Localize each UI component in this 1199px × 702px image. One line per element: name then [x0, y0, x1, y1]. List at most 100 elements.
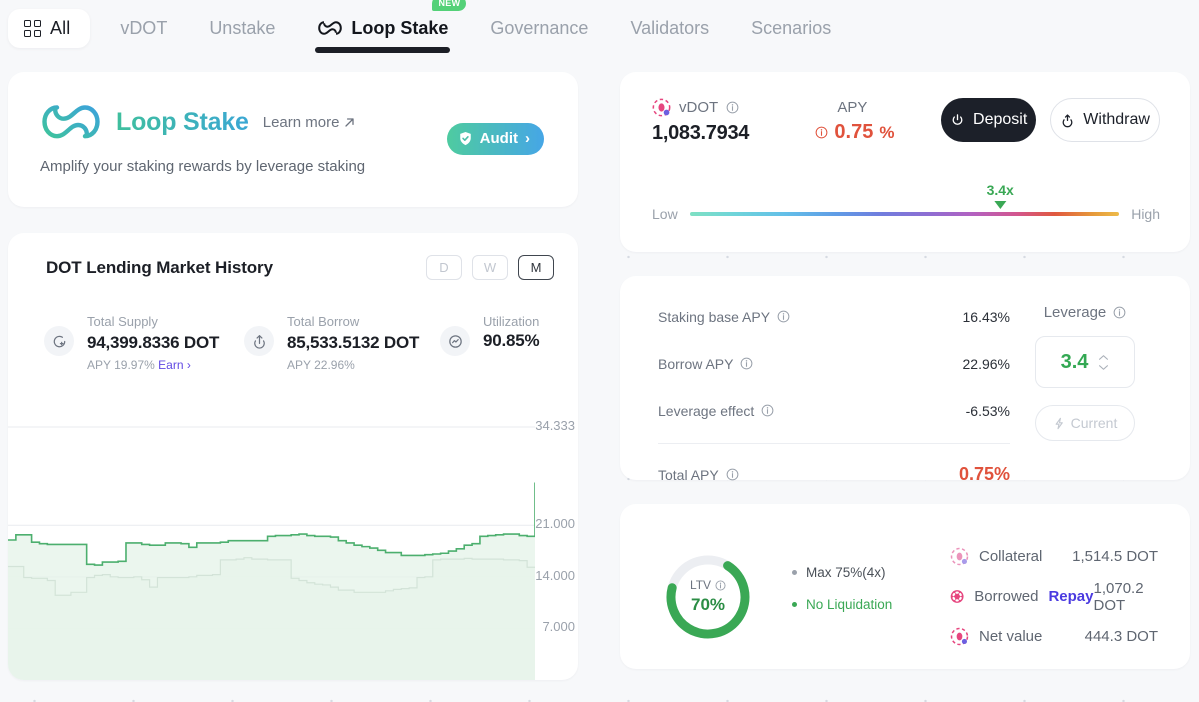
promo-subtitle: Amplify your staking rewards by leverage…: [40, 158, 366, 175]
audit-button[interactable]: Audit ›: [446, 123, 544, 155]
ltv-bullet-max-label: Max 75%(4x): [806, 564, 886, 580]
learn-more-link[interactable]: Learn more: [263, 114, 356, 131]
row-leverage-effect-key: Leverage effect: [658, 403, 774, 419]
stat-total-supply-apy: APY 19.97%: [87, 358, 155, 372]
asset-row: vDOT: [652, 98, 815, 117]
info-icon[interactable]: [726, 101, 739, 114]
ltv-bullet-max: Max 75%(4x): [792, 565, 950, 580]
withdraw-button[interactable]: Withdraw: [1050, 98, 1160, 142]
info-icon[interactable]: [715, 579, 726, 591]
withdraw-label: Withdraw: [1083, 111, 1150, 128]
slider-low-label: Low: [652, 206, 678, 222]
row-net-value: Net value 444.3 DOT: [950, 622, 1158, 652]
ltv-label-row: LTV: [690, 578, 726, 592]
market-history-chart[interactable]: [8, 405, 535, 680]
loop-stake-promo-card: Loop Stake Learn more Amplify your staki…: [8, 72, 578, 207]
vdot-icon: [950, 627, 969, 646]
info-icon[interactable]: [777, 310, 790, 323]
row-borrow-apy-value: 22.96%: [962, 355, 1010, 372]
audit-label: Audit: [479, 130, 518, 147]
position-apy: APY 0.75 %: [815, 98, 941, 144]
stat-total-supply-value: 94,399.8336 DOT: [87, 333, 220, 352]
tab-unstake[interactable]: Unstake: [207, 12, 277, 45]
chevron-down-icon[interactable]: [1098, 364, 1109, 371]
deposit-power-icon: [952, 113, 963, 125]
left-column: Loop Stake Learn more Amplify your staki…: [8, 72, 578, 680]
stat-total-supply: Total Supply 94,399.8336 DOT APY 19.97% …: [44, 314, 244, 372]
range-day-button[interactable]: D: [426, 255, 462, 280]
tab-loop-stake[interactable]: Loop Stake NEW: [315, 0, 467, 53]
supply-icon: [44, 326, 74, 356]
position-apy-value: 0.75: [834, 121, 874, 143]
repay-link[interactable]: Repay: [1048, 588, 1093, 605]
audit-chevron-icon: ›: [525, 130, 530, 147]
shield-check-icon: [459, 131, 471, 146]
row-collateral-label: Collateral: [979, 548, 1043, 565]
row-staking-base-apy-label: Staking base APY: [658, 308, 771, 325]
leverage-spinner[interactable]: [1098, 354, 1109, 371]
stat-total-supply-sub: APY 19.97% Earn ›: [87, 358, 219, 372]
ltv-bullet-liquidation-label: No Liquidation: [806, 596, 893, 612]
withdraw-upload-icon: [1062, 113, 1073, 127]
position-card: vDOT 1,083.7934 APY 0.75 % Deposit Withd…: [620, 72, 1190, 252]
loop-stake-logo-icon: [42, 105, 100, 139]
page-body: Loop Stake Learn more Amplify your staki…: [0, 56, 1199, 680]
chart-y-tick: 7.000: [542, 619, 575, 635]
ltv-amounts: Collateral 1,514.5 DOT Borrowed Repay 1,…: [950, 542, 1158, 652]
stat-total-borrow-value: 85,533.5132 DOT: [287, 333, 420, 352]
range-week-button[interactable]: W: [472, 255, 508, 280]
row-borrow-apy-key: Borrow APY: [658, 356, 753, 372]
tab-validators[interactable]: Validators: [628, 12, 711, 45]
leverage-control: Leverage 3.4 Current: [1010, 302, 1160, 480]
chart-y-tick: 21.000: [535, 516, 575, 532]
range-month-button[interactable]: M: [518, 255, 554, 280]
deposit-button[interactable]: Deposit: [941, 98, 1037, 142]
info-icon[interactable]: [740, 357, 753, 370]
current-button[interactable]: Current: [1035, 405, 1135, 441]
info-icon[interactable]: [761, 404, 774, 417]
current-label: Current: [1070, 415, 1118, 431]
tab-loop-stake-label: Loop Stake: [351, 17, 449, 38]
lightning-icon: [1055, 417, 1063, 429]
tab-vdot-label: vDOT: [120, 17, 168, 38]
all-filter-button[interactable]: All: [8, 8, 91, 48]
earn-link[interactable]: Earn ›: [158, 358, 191, 372]
chart-y-tick: 14.000: [535, 567, 575, 583]
row-net-value-value: 444.3 DOT: [1084, 628, 1158, 645]
slider-marker: 3.4x: [987, 182, 1014, 209]
stat-utilization-value: 90.85%: [483, 331, 540, 350]
tab-governance[interactable]: Governance: [488, 12, 590, 45]
tab-scenarios[interactable]: Scenarios: [749, 12, 833, 45]
leverage-stepper[interactable]: 3.4: [1035, 336, 1135, 388]
row-borrowed-label: Borrowed: [974, 588, 1039, 605]
promo-title: Loop Stake: [116, 107, 249, 136]
row-borrow-apy-label: Borrow APY: [658, 355, 734, 372]
dot-icon: [950, 590, 964, 603]
tab-vdot[interactable]: vDOT: [118, 12, 169, 45]
active-tab-underline: [315, 46, 451, 53]
info-icon[interactable]: [726, 468, 739, 481]
row-borrowed: Borrowed Repay 1,070.2 DOT: [950, 580, 1158, 614]
row-staking-base-apy-key: Staking base APY: [658, 309, 790, 325]
new-badge: NEW: [432, 0, 467, 11]
info-icon[interactable]: [1113, 306, 1126, 319]
leverage-slider[interactable]: Low 3.4x High: [652, 182, 1160, 222]
ltv-value: 70%: [690, 595, 726, 614]
chevron-up-icon[interactable]: [1098, 354, 1109, 361]
chart-header: DOT Lending Market History D W M: [8, 255, 578, 280]
row-staking-base-apy-value: 16.43%: [962, 308, 1010, 325]
slider-track[interactable]: 3.4x: [689, 182, 1120, 216]
deposit-label: Deposit: [973, 111, 1028, 128]
apy-divider: [658, 443, 1010, 444]
slider-marker-triangle-icon: [994, 201, 1007, 209]
warning-info-icon[interactable]: [815, 126, 828, 139]
stat-total-borrow-apy: APY 22.96%: [287, 358, 355, 372]
row-borrow-apy: Borrow APY 22.96%: [658, 349, 1010, 378]
loop-infinity-icon: [318, 21, 343, 35]
row-leverage-effect-label: Leverage effect: [658, 402, 755, 419]
slider-high-label: High: [1131, 206, 1160, 222]
ltv-label: LTV: [689, 578, 712, 592]
utilization-icon: [440, 326, 470, 356]
grid-icon: [24, 19, 41, 37]
market-stats: Total Supply 94,399.8336 DOT APY 19.97% …: [8, 314, 578, 372]
